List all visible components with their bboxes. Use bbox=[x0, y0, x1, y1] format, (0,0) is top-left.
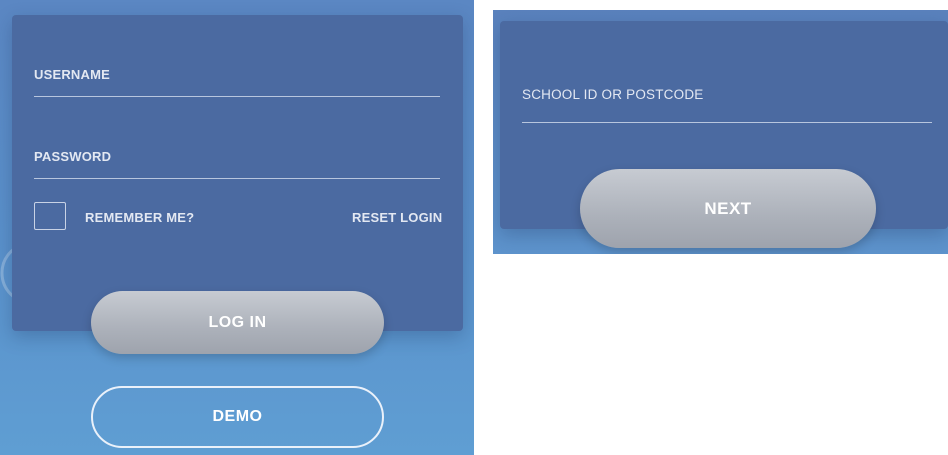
username-input[interactable] bbox=[34, 96, 440, 97]
reset-login-link[interactable]: RESET LOGIN bbox=[352, 210, 442, 225]
login-button[interactable]: LOG IN bbox=[91, 291, 384, 354]
remember-me-label: REMEMBER ME? bbox=[85, 210, 195, 225]
login-card: USERNAME PASSWORD REMEMBER ME? RESET LOG… bbox=[12, 15, 463, 331]
school-id-label: SCHOOL ID OR POSTCODE bbox=[522, 87, 704, 102]
password-label: PASSWORD bbox=[34, 149, 112, 164]
password-input[interactable] bbox=[34, 178, 440, 179]
school-id-input[interactable] bbox=[522, 122, 932, 123]
remember-me-checkbox[interactable] bbox=[34, 202, 66, 230]
school-panel: SCHOOL ID OR POSTCODE NEXT bbox=[493, 10, 948, 254]
login-panel: USERNAME PASSWORD REMEMBER ME? RESET LOG… bbox=[0, 0, 474, 455]
next-button[interactable]: NEXT bbox=[580, 169, 876, 248]
username-label: USERNAME bbox=[34, 67, 110, 82]
demo-button[interactable]: DEMO bbox=[91, 386, 384, 448]
